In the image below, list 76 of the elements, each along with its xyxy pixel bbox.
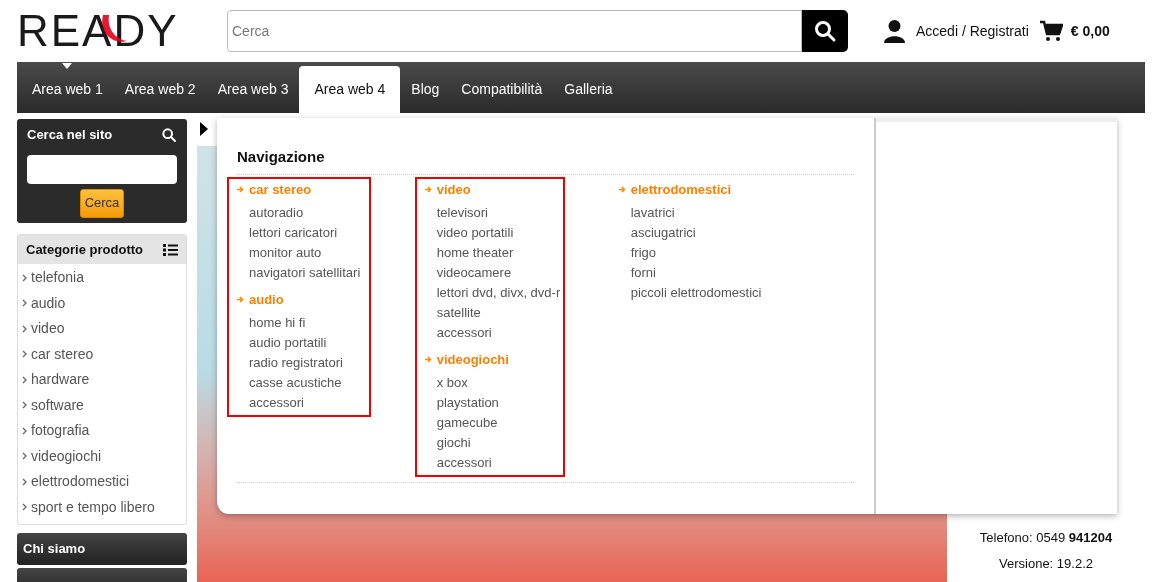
menu-link[interactable]: gamecube	[436, 412, 557, 433]
sidebar-link[interactable]: Chi siamo	[17, 533, 187, 565]
chevron-icon	[22, 324, 28, 333]
chevron-icon	[22, 477, 28, 486]
menu-link[interactable]: forni	[630, 262, 792, 283]
menu-link[interactable]: home theater	[436, 242, 557, 263]
category-link[interactable]: videogiochi	[18, 443, 186, 469]
search-submit-button[interactable]: Cerca	[79, 188, 125, 218]
category-link[interactable]: audio	[18, 290, 186, 316]
user-icon	[883, 19, 906, 43]
nav-tab[interactable]: Galleria	[553, 66, 624, 113]
category-link[interactable]: fotografia	[18, 418, 186, 444]
menu-link[interactable]: piccoli elettrodomestici	[630, 282, 792, 303]
menu-link[interactable]: satellite	[436, 302, 557, 323]
search-icon	[161, 126, 177, 143]
menu-link[interactable]: home hi fi	[249, 312, 363, 333]
menu-link[interactable]: accessori	[249, 392, 363, 413]
search-icon	[813, 19, 837, 43]
panel-title: Categorie prodotto	[26, 240, 143, 259]
menu-link[interactable]: monitor auto	[249, 242, 363, 263]
chevron-icon	[22, 299, 28, 308]
chevron-icon	[22, 401, 28, 410]
arrow-icon	[424, 356, 432, 363]
nav-tab[interactable]: Area web 4	[299, 66, 401, 113]
login-link[interactable]: Accedi / Registrati	[916, 20, 1029, 42]
nav-tab[interactable]: Blog	[400, 66, 451, 113]
search-button[interactable]	[802, 10, 848, 52]
list-icon	[163, 243, 178, 256]
chevron-icon	[22, 426, 28, 435]
category-link[interactable]: video	[18, 316, 186, 342]
menu-link[interactable]: casse acustiche	[249, 372, 363, 393]
chevron-icon	[22, 375, 28, 384]
info-text: Versione: 19.2.2	[999, 554, 1093, 573]
search-field[interactable]: Cerca	[227, 10, 802, 52]
caret-icon	[62, 63, 73, 69]
site-search-field[interactable]	[27, 154, 177, 184]
menu-link[interactable]: lavatrici	[630, 202, 792, 223]
category-link[interactable]: car stereo	[18, 341, 186, 367]
menu-link[interactable]: radio registratori	[249, 352, 363, 373]
cart-total[interactable]: € 0,00	[1070, 20, 1110, 42]
menu-link[interactable]: playstation	[436, 392, 557, 413]
category-link[interactable]: sport e tempo libero	[18, 494, 186, 520]
menu-link[interactable]: videocamere	[436, 262, 557, 283]
menu-link[interactable]: accessori	[436, 322, 557, 343]
category-link[interactable]: software	[18, 392, 186, 418]
menu-title: Navigazione	[237, 147, 326, 167]
menu-link[interactable]: frigo	[630, 242, 792, 263]
chevron-icon	[22, 273, 28, 282]
nav-tab[interactable]: Area web 1	[21, 66, 114, 113]
category-link[interactable]: telefonia	[18, 265, 186, 291]
cart-icon	[1038, 20, 1063, 42]
chevron-icon	[22, 503, 28, 512]
arrow-icon	[618, 186, 626, 193]
menu-link[interactable]: x box	[436, 372, 557, 393]
menu-link[interactable]: autoradio	[249, 202, 363, 223]
menu-link[interactable]: giochi	[436, 432, 557, 453]
info-text: Telefono: 0549 941204	[979, 529, 1113, 547]
nav-tab[interactable]: Area web 2	[113, 66, 207, 113]
menu-link[interactable]: video portatili	[436, 222, 557, 243]
chevron-icon	[22, 350, 28, 359]
nav-tab[interactable]: Compatibilità	[450, 66, 554, 113]
category-link[interactable]: hardware	[18, 367, 186, 393]
breadcrumb-arrow-icon	[200, 122, 208, 136]
menu-link[interactable]: navigatori satellitari	[249, 262, 363, 283]
menu-link[interactable]: audio portatili	[249, 332, 363, 353]
menu-link[interactable]: televisori	[436, 202, 557, 223]
menu-link[interactable]: asciugatrici	[630, 222, 792, 243]
panel-title: Cerca nel sito	[27, 126, 113, 144]
nav-tab[interactable]: Area web 3	[206, 66, 300, 113]
arrow-icon	[237, 186, 244, 193]
arrow-icon	[424, 186, 432, 193]
category-link[interactable]: elettrodomestici	[18, 469, 186, 495]
menu-link[interactable]: accessori	[436, 452, 557, 473]
arrow-icon	[237, 296, 244, 303]
chevron-icon	[22, 452, 28, 461]
menu-link[interactable]: lettori caricatori	[249, 222, 363, 243]
